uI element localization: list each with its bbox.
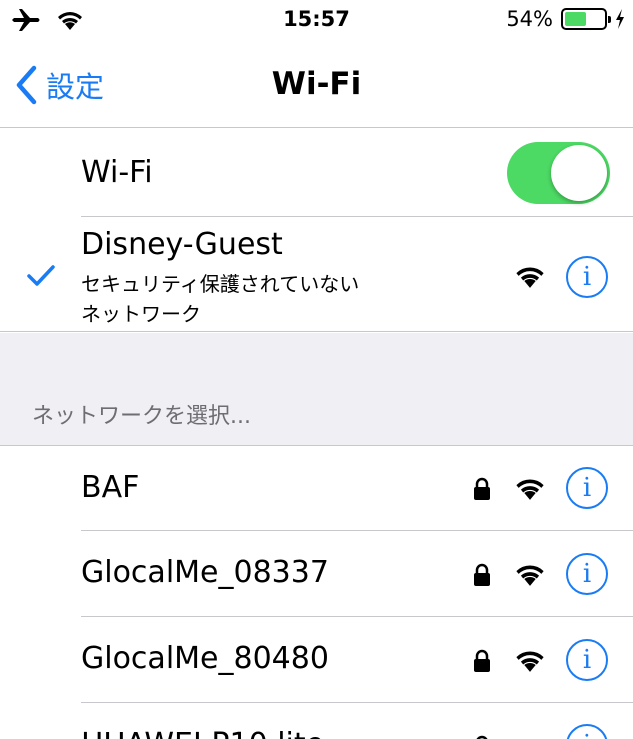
- battery-icon: [561, 8, 611, 30]
- wifi-toggle-switch[interactable]: [507, 142, 610, 204]
- lock-icon: [474, 649, 490, 672]
- wifi-toggle-label: Wi-Fi: [81, 155, 153, 190]
- note-line-2: ネットワーク: [81, 302, 201, 326]
- network-row[interactable]: GlocalMe_08337 i: [0, 531, 633, 617]
- network-row[interactable]: GlocalMe_80480 i: [0, 617, 633, 703]
- lock-icon: [476, 735, 488, 739]
- section-header: ネットワークを選択...: [32, 404, 251, 429]
- lock-icon: [474, 477, 490, 500]
- page-title: Wi-Fi: [271, 66, 362, 102]
- lock-icon: [474, 563, 490, 586]
- info-icon[interactable]: i: [566, 553, 608, 595]
- network-name: GlocalMe_08337: [81, 555, 329, 590]
- info-icon[interactable]: i: [566, 724, 608, 739]
- note-line-1: セキュリティ保護されていない: [81, 272, 360, 296]
- battery-cap: [608, 16, 611, 23]
- network-name: HUAWEI P10 lite: [81, 727, 324, 739]
- network-row[interactable]: HUAWEI P10 lite i: [0, 703, 633, 739]
- battery-fill: [565, 12, 586, 26]
- connected-network-row[interactable]: Disney-Guest セキュリティ保護されていない ネットワーク i: [0, 217, 633, 332]
- wifi-strength-icon: [516, 565, 544, 586]
- wifi-toggle-row: Wi-Fi: [0, 129, 633, 217]
- charging-bolt-icon: [616, 9, 624, 29]
- network-row[interactable]: BAF i: [0, 446, 633, 531]
- info-icon[interactable]: i: [566, 467, 608, 509]
- connected-network-name: Disney-Guest: [81, 227, 283, 262]
- status-right: 54%: [506, 7, 625, 31]
- wifi-strength-icon: [516, 651, 544, 672]
- row-separator: [0, 331, 633, 332]
- toggle-knob: [551, 145, 607, 201]
- network-name: GlocalMe_80480: [81, 641, 329, 676]
- battery-percent: 54%: [506, 7, 553, 31]
- connected-network-note: セキュリティ保護されていない ネットワーク: [81, 269, 359, 329]
- network-name: BAF: [81, 470, 140, 505]
- info-icon[interactable]: i: [566, 256, 608, 298]
- wifi-strength-icon: [516, 267, 544, 288]
- info-icon[interactable]: i: [566, 639, 608, 681]
- navigation-bar: 設定 Wi-Fi: [0, 42, 633, 128]
- wifi-strength-icon: [516, 479, 544, 500]
- checkmark-icon: [27, 265, 55, 286]
- status-bar: 15:57 54%: [0, 0, 633, 42]
